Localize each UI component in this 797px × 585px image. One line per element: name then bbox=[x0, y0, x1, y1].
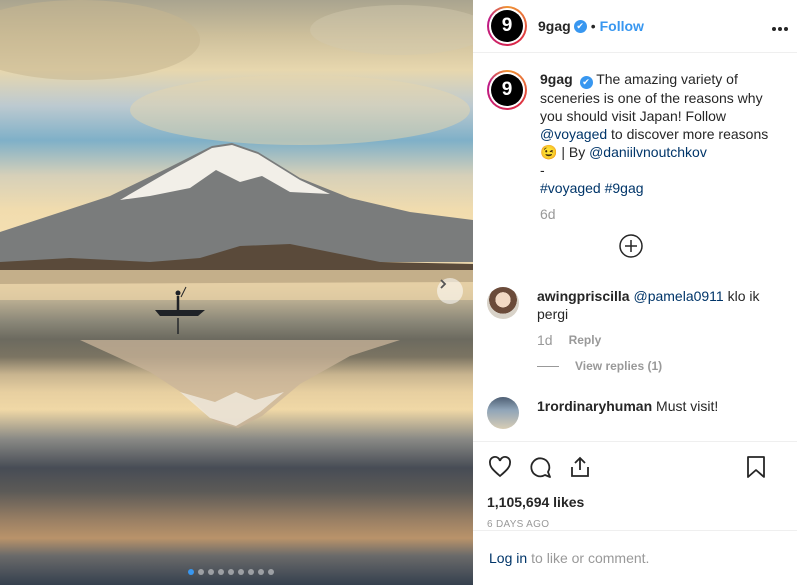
carousel-dot bbox=[268, 569, 274, 575]
nine-gag-logo-icon: 9 bbox=[491, 74, 523, 106]
post-username[interactable]: 9gag bbox=[538, 18, 571, 34]
comment-username[interactable]: awingpriscilla bbox=[537, 288, 630, 304]
carousel-indicator bbox=[188, 569, 274, 575]
save-button[interactable] bbox=[743, 454, 769, 480]
plus-circle-icon bbox=[619, 234, 643, 258]
login-prompt: Log in to like or comment. bbox=[473, 530, 797, 585]
action-icons bbox=[487, 454, 783, 480]
mention-link[interactable]: @daniilvnoutchkov bbox=[589, 144, 707, 160]
caption-text: 9gag ✔ The amazing variety of sceneries … bbox=[540, 70, 776, 223]
wink-emoji-icon: 😉 bbox=[540, 144, 558, 160]
carousel-dot bbox=[228, 569, 234, 575]
post-actions: 1,105,694 likes 6 DAYS AGO bbox=[473, 441, 797, 530]
carousel-dot bbox=[218, 569, 224, 575]
caption-body: The amazing variety of sceneries is one … bbox=[540, 71, 763, 124]
avatar[interactable] bbox=[487, 287, 519, 319]
caption-avatar[interactable]: 9 bbox=[487, 70, 527, 110]
avatar-inner: 9 bbox=[489, 72, 525, 108]
comment-body: 1rordinaryhuman Must visit! bbox=[537, 397, 777, 429]
hashtag-link[interactable]: #9gag bbox=[605, 180, 644, 196]
more-dots-icon bbox=[772, 27, 788, 31]
view-replies-label: View replies (1) bbox=[575, 359, 663, 373]
mount-fuji-scene bbox=[0, 0, 473, 428]
comment-button[interactable] bbox=[527, 454, 553, 480]
comment-meta: 1d Reply bbox=[537, 331, 777, 349]
like-button[interactable] bbox=[487, 454, 513, 480]
post-side-panel: 9 9gag ✔ • Follow 9 9gag ✔ The amazing v… bbox=[473, 0, 797, 585]
carousel-dot bbox=[208, 569, 214, 575]
carousel-dot bbox=[198, 569, 204, 575]
caption-body-2: to discover more reasons bbox=[611, 126, 769, 142]
caption-by: | By bbox=[561, 144, 586, 160]
comments-section[interactable]: 9 9gag ✔ The amazing variety of scenerie… bbox=[473, 54, 797, 441]
next-photo-button[interactable] bbox=[437, 278, 463, 304]
comment-icon bbox=[530, 457, 551, 478]
verified-badge-icon: ✔ bbox=[579, 76, 593, 89]
carousel-dot bbox=[238, 569, 244, 575]
follow-button[interactable]: Follow bbox=[600, 18, 644, 34]
post-photo[interactable] bbox=[0, 0, 473, 585]
mention-link[interactable]: @voyaged bbox=[540, 126, 607, 142]
carousel-dot bbox=[248, 569, 254, 575]
more-options-icon[interactable] bbox=[771, 16, 789, 37]
avatar[interactable]: 9 bbox=[487, 6, 527, 46]
hashtag-link[interactable]: #voyaged bbox=[540, 180, 601, 196]
share-button[interactable] bbox=[567, 454, 593, 480]
likes-count[interactable]: 1,105,694 likes bbox=[487, 494, 783, 510]
caption-age: 6d bbox=[540, 206, 556, 222]
divider bbox=[537, 365, 559, 367]
view-replies-button[interactable]: View replies (1) bbox=[537, 357, 777, 375]
post-date: 6 DAYS AGO bbox=[487, 519, 550, 530]
reply-button[interactable]: Reply bbox=[569, 331, 602, 349]
comment-username[interactable]: 1rordinaryhuman bbox=[537, 398, 652, 414]
avatar-inner: 9 bbox=[489, 8, 525, 44]
chevron-right-icon bbox=[440, 279, 447, 289]
avatar[interactable] bbox=[487, 397, 519, 429]
caption: 9 9gag ✔ The amazing variety of scenerie… bbox=[487, 70, 783, 223]
separator-dot: • bbox=[590, 18, 596, 34]
comment-body: awingpriscilla @pamela0911 klo ik pergi … bbox=[537, 287, 777, 375]
comment-item: awingpriscilla @pamela0911 klo ik pergi … bbox=[487, 287, 783, 375]
carousel-dot bbox=[258, 569, 264, 575]
load-more-comments-button[interactable] bbox=[487, 233, 775, 259]
comment-text: Must visit! bbox=[656, 398, 719, 414]
post-header: 9 9gag ✔ • Follow bbox=[473, 0, 797, 53]
bookmark-icon bbox=[747, 456, 765, 478]
caption-username[interactable]: 9gag bbox=[540, 71, 573, 87]
caption-dash: - bbox=[540, 162, 545, 178]
comment-item: 1rordinaryhuman Must visit! bbox=[487, 397, 783, 429]
nine-gag-logo-icon: 9 bbox=[491, 10, 523, 42]
comment-time: 1d bbox=[537, 332, 553, 348]
share-icon bbox=[571, 456, 589, 477]
carousel-dot bbox=[188, 569, 194, 575]
login-link[interactable]: Log in bbox=[489, 550, 527, 566]
login-text: to like or comment. bbox=[531, 550, 650, 566]
verified-badge-icon: ✔ bbox=[573, 19, 587, 33]
mention-link[interactable]: @pamela0911 bbox=[633, 288, 723, 304]
heart-icon bbox=[489, 456, 511, 478]
